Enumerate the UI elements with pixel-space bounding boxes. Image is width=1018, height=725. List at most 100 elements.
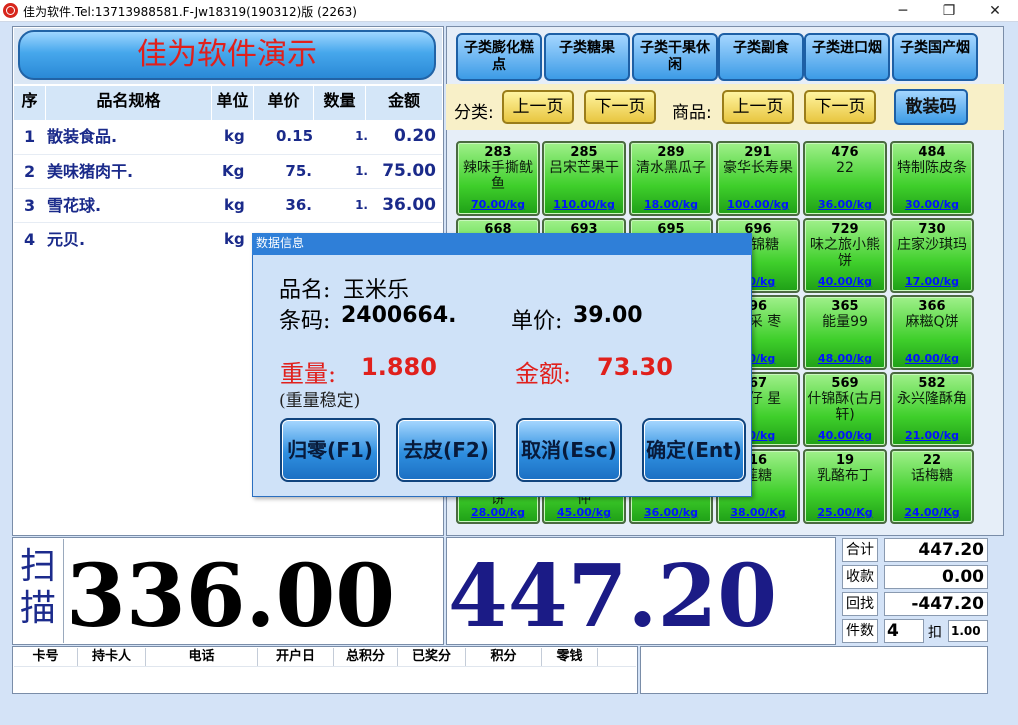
- subcategory-tab[interactable]: 子类国产烟: [892, 33, 978, 81]
- product-code: 283: [484, 145, 512, 160]
- total-amount: 447.20: [448, 546, 778, 647]
- col-header-name[interactable]: 品名规格: [46, 86, 212, 120]
- dialog-titlebar[interactable]: [252, 233, 752, 255]
- product-tile[interactable]: 582 永兴隆酥角 21.00/kg: [890, 372, 974, 447]
- sum-total-label: 合计: [842, 538, 878, 562]
- product-tile[interactable]: 283 辣味手撕鱿鱼 70.00/kg: [456, 141, 540, 216]
- product-name: 味之旅小熊饼: [810, 237, 880, 269]
- product-name: 22: [836, 160, 854, 176]
- product-next-button[interactable]: 下一页: [804, 90, 876, 124]
- dialog-name-value: 玉米乐: [343, 278, 410, 303]
- product-code: 582: [918, 376, 946, 391]
- product-name: 乳酪布丁: [817, 468, 873, 484]
- member-col-holder: 持卡人: [78, 648, 146, 666]
- subcategory-tab[interactable]: 子类进口烟: [804, 33, 890, 81]
- category-prev-button[interactable]: 上一页: [502, 90, 574, 124]
- product-tile[interactable]: 484 特制陈皮条 30.00/kg: [890, 141, 974, 216]
- member-col-change: 零钱: [542, 648, 598, 666]
- product-code: 569: [831, 376, 859, 391]
- cell-qty: 1.: [355, 198, 368, 212]
- close-button[interactable]: ✕: [972, 0, 1018, 22]
- zero-button[interactable]: 归零(F1): [280, 418, 380, 482]
- product-tile[interactable]: 365 能量99 48.00/kg: [803, 295, 887, 370]
- product-price: 36.00/kg: [643, 506, 698, 519]
- tare-button[interactable]: 去皮(F2): [396, 418, 496, 482]
- product-tile[interactable]: 291 豪华长寿果 100.00/kg: [716, 141, 800, 216]
- cell-no: 3: [24, 196, 36, 215]
- col-header-amount[interactable]: 金额: [366, 86, 442, 120]
- product-price: 18.00/kg: [643, 198, 698, 211]
- brand-banner: 佳为软件演示: [18, 30, 436, 80]
- product-tile[interactable]: 476 22 36.00/kg: [803, 141, 887, 216]
- cell-price: 75.: [285, 162, 312, 180]
- discount-label: 扣: [928, 625, 942, 641]
- subcategory-tab[interactable]: 子类干果休闲: [632, 33, 718, 81]
- category-next-button[interactable]: 下一页: [584, 90, 656, 124]
- sum-change-label: 回找: [842, 592, 878, 616]
- minimize-button[interactable]: ─: [880, 0, 926, 22]
- dialog-amount-label: 金额:: [515, 360, 572, 388]
- dialog-name-label: 品名:: [279, 278, 331, 303]
- col-header-unit[interactable]: 单位: [212, 86, 254, 120]
- product-tile[interactable]: 19 乳酪布丁 25.00/Kg: [803, 449, 887, 524]
- product-tile[interactable]: 285 吕宋芒果干 110.00/kg: [542, 141, 626, 216]
- dialog-barcode-label: 条码:: [279, 309, 331, 334]
- cell-price: 0.15: [276, 127, 314, 145]
- member-col-points: 积分: [466, 648, 542, 666]
- sum-paid-value[interactable]: 0.00: [884, 565, 988, 589]
- cell-amount: 75.00: [382, 161, 436, 181]
- window-title: 佳为软件.Tel:13713988581.F-Jw18319(190312)版 …: [23, 5, 357, 19]
- product-name: 特制陈皮条: [897, 160, 967, 176]
- product-name: 能量99: [822, 314, 868, 330]
- product-tile[interactable]: 569 什锦酥(古月轩) 40.00/kg: [803, 372, 887, 447]
- subcategory-tab[interactable]: 子类副食: [718, 33, 804, 81]
- table-row[interactable]: 1 散装食品. kg 0.15 1. 0.20: [14, 120, 442, 154]
- table-row[interactable]: 2 美味猪肉干. Kg 75. 1. 75.00: [14, 155, 442, 189]
- product-price: 25.00/Kg: [817, 506, 873, 519]
- product-tile[interactable]: 729 味之旅小熊饼 40.00/kg: [803, 218, 887, 293]
- dialog-price-label: 单价:: [511, 309, 563, 334]
- member-col-awarded: 已奖分: [398, 648, 466, 666]
- sum-total-value: 447.20: [884, 538, 988, 562]
- dialog-barcode-value: 2400664.: [341, 303, 457, 328]
- product-tile[interactable]: 22 话梅糖 24.00/Kg: [890, 449, 974, 524]
- col-header-no[interactable]: 序: [14, 86, 46, 120]
- member-detail-panel: [640, 646, 988, 694]
- col-header-price[interactable]: 单价: [254, 86, 314, 120]
- product-name: 什锦酥(古月轩): [807, 391, 883, 423]
- product-price: 40.00/kg: [817, 275, 872, 288]
- cell-amount: 36.00: [382, 195, 436, 215]
- cell-name: 美味猪肉干.: [47, 162, 134, 181]
- product-price: 21.00/kg: [904, 429, 959, 442]
- product-tile[interactable]: 289 清水黑瓜子 18.00/kg: [629, 141, 713, 216]
- product-name: 麻糍Q饼: [905, 314, 959, 330]
- col-header-qty[interactable]: 数量: [314, 86, 366, 120]
- cell-unit: Kg: [222, 162, 245, 180]
- discount-value[interactable]: 1.00: [948, 620, 988, 642]
- subcategory-tab[interactable]: 子类膨化糕点: [456, 33, 542, 81]
- bulk-code-button[interactable]: 散装码: [894, 89, 968, 125]
- cancel-button[interactable]: 取消(Esc): [516, 418, 622, 482]
- member-col-phone: 电话: [146, 648, 258, 666]
- subcategory-tab[interactable]: 子类糖果: [544, 33, 630, 81]
- scan-amount: 336.00: [66, 546, 396, 647]
- scan-label: 扫描: [19, 546, 56, 629]
- cell-qty: 1.: [355, 164, 368, 178]
- divider: [63, 539, 64, 643]
- product-tile[interactable]: 730 庄家沙琪玛 17.00/kg: [890, 218, 974, 293]
- maximize-button[interactable]: ❐: [926, 0, 972, 22]
- confirm-button[interactable]: 确定(Ent): [642, 418, 746, 482]
- product-prev-button[interactable]: 上一页: [722, 90, 794, 124]
- product-code: 730: [918, 222, 946, 237]
- cell-name: 元贝.: [47, 230, 86, 249]
- product-price: 45.00/kg: [556, 506, 611, 519]
- product-tile[interactable]: 366 麻糍Q饼 40.00/kg: [890, 295, 974, 370]
- table-row[interactable]: 3 雪花球. kg 36. 1. 36.00: [14, 189, 442, 223]
- dialog-title: 数据信息: [256, 236, 305, 250]
- product-label: 商品:: [672, 103, 712, 123]
- cell-name: 雪花球.: [47, 196, 102, 215]
- cell-qty: 1.: [355, 129, 368, 143]
- product-price: 38.00/Kg: [730, 506, 786, 519]
- cell-unit: kg: [224, 196, 245, 214]
- product-code: 289: [657, 145, 685, 160]
